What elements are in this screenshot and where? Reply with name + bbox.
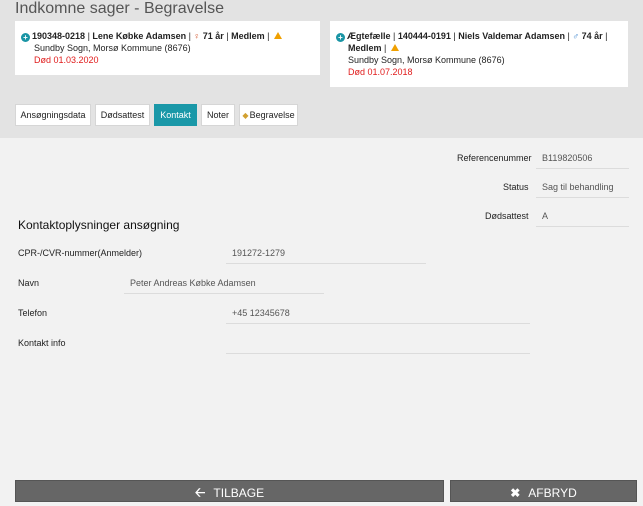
person-card-deceased: +190348-0218 | Lene Købke Adamsen | ♀ 71…: [15, 21, 320, 75]
reference-underline: [536, 168, 629, 169]
dot-icon: ◆: [242, 111, 249, 120]
contact-info-label: Kontakt info: [18, 338, 66, 348]
dodsattest-value: A: [542, 211, 549, 221]
reference-label: Referencenummer: [457, 153, 532, 163]
tab-kontakt[interactable]: Kontakt: [154, 104, 197, 126]
warning-icon: [273, 32, 282, 39]
card-address: Sundby Sogn, Morsø Kommune (8676): [348, 55, 505, 65]
card-member: Medlem: [231, 31, 265, 41]
tab-noter[interactable]: Noter: [201, 104, 235, 126]
cpr-field[interactable]: 191272-1279: [232, 248, 285, 258]
card-death-date: Død 01.03.2020: [34, 55, 99, 65]
contact-info-underline: [226, 353, 530, 354]
card-name: Lene Købke Adamsen: [92, 31, 187, 41]
dodsattest-underline: [536, 226, 629, 227]
plus-circle-icon[interactable]: +: [21, 33, 30, 42]
cancel-button-label: AFBRYD: [528, 485, 577, 500]
card-cpr: 140444-0191: [397, 31, 451, 41]
name-underline: [124, 293, 324, 294]
card-cpr: 190348-0218: [32, 31, 86, 41]
phone-underline: [226, 323, 530, 324]
reference-value: B119820506: [542, 153, 593, 163]
tab-dodsattest[interactable]: Dødsattest: [95, 104, 150, 126]
card-age: 71 år: [202, 31, 224, 41]
tab-ansogningsdata[interactable]: Ansøgningsdata: [15, 104, 91, 126]
cpr-label: CPR-/CVR-nummer(Anmelder): [18, 248, 143, 258]
tab-begravelse[interactable]: ◆Begravelse: [239, 104, 298, 126]
back-button[interactable]: 🡠 TILBAGE: [15, 480, 444, 502]
card-member: Medlem: [348, 43, 382, 53]
card-relation: Ægtefælle: [347, 31, 391, 41]
card-name: Niels Valdemar Adamsen: [458, 31, 565, 41]
phone-field[interactable]: +45 12345678: [232, 308, 290, 318]
tab-begravelse-label: Begravelse: [249, 110, 295, 120]
female-icon: ♀: [193, 31, 201, 41]
arrow-left-icon: 🡠: [194, 484, 206, 500]
cpr-underline: [226, 263, 426, 264]
close-icon: ✖: [510, 485, 521, 500]
header: Indkomne sager - Begravelse +190348-0218…: [0, 0, 643, 138]
name-label: Navn: [18, 278, 40, 288]
person-card-spouse: + Ægtefælle | 140444-0191 | Niels Valdema…: [330, 21, 628, 87]
status-label: Status: [503, 182, 529, 192]
dodsattest-label: Dødsattest: [485, 211, 529, 221]
male-icon: ♂: [572, 31, 580, 41]
cancel-button[interactable]: ✖ AFBRYD: [450, 480, 637, 502]
page-title: Indkomne sager - Begravelse: [15, 0, 224, 17]
back-button-label: TILBAGE: [213, 485, 265, 500]
card-death-date: Død 01.07.2018: [348, 67, 413, 77]
warning-icon: [390, 44, 399, 51]
status-underline: [536, 197, 629, 198]
plus-circle-icon[interactable]: +: [336, 33, 345, 42]
card-address: Sundby Sogn, Morsø Kommune (8676): [34, 43, 191, 53]
contact-section-title: Kontaktoplysninger ansøgning: [18, 218, 180, 232]
name-field[interactable]: Peter Andreas Købke Adamsen: [130, 278, 256, 288]
card-age: 74 år: [581, 31, 603, 41]
status-value: Sag til behandling: [542, 182, 614, 192]
phone-label: Telefon: [18, 308, 48, 318]
